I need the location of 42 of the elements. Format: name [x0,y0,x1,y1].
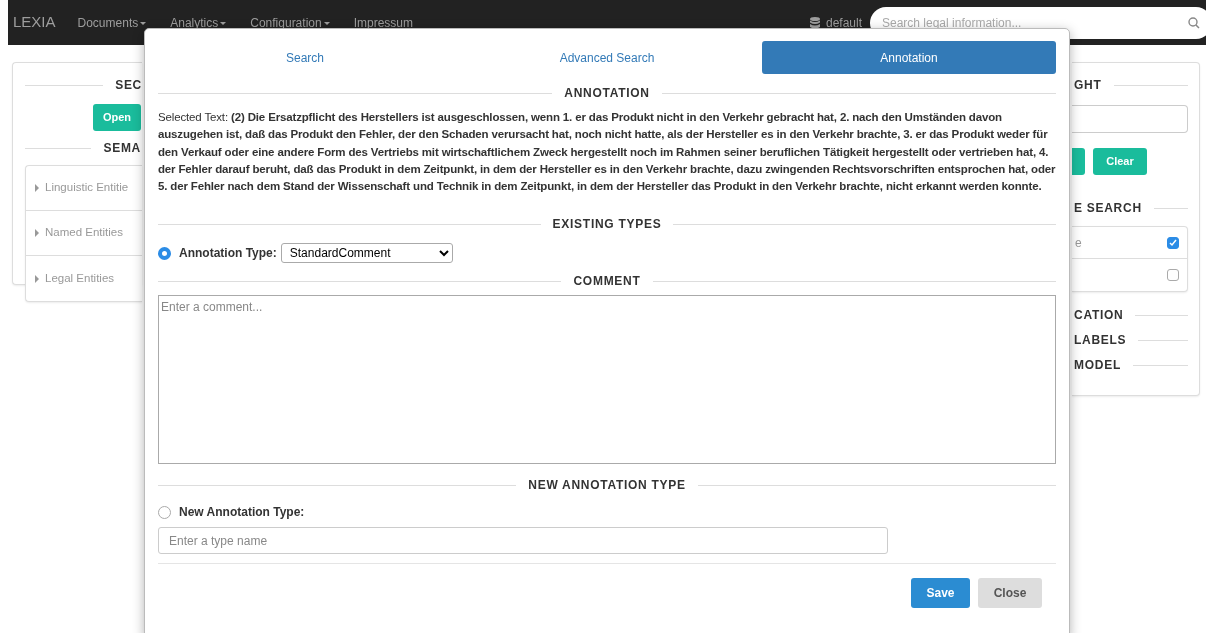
database-name: default [825,14,862,32]
text-field[interactable] [1072,105,1188,133]
section-heading: ANNOTATION [563,85,651,102]
nav-menu[interactable]: Documents [77,13,147,32]
field-label: New Annotation Type: [179,504,305,522]
comment-field[interactable]: Enter a comment... [158,295,1056,465]
nav-menu[interactable]: Analytics [170,13,227,32]
section-heading: SEC [114,77,142,94]
database-icon [809,16,820,29]
entity-group-label[interactable]: Linguistic Entitie [45,179,129,197]
type-name-field[interactable]: Enter a type name [158,527,888,555]
nav-menu[interactable]: Configuration [250,13,330,32]
type-dropdown[interactable]: StandardComment [280,243,453,264]
tab[interactable]: Search [158,41,452,74]
close-button[interactable]: Close [978,578,1042,609]
expand-icon[interactable] [35,229,39,237]
section-heading: GHT [1073,77,1103,94]
section-heading: SEMA [102,140,142,157]
radio-button[interactable] [158,505,171,519]
section-heading: CATION [1073,307,1125,324]
radio-button[interactable] [158,246,171,260]
entity-group-label[interactable]: Legal Entities [45,269,115,288]
brand-logo[interactable]: LEXIA [13,11,56,34]
entity-group-label[interactable]: Named Entities [45,224,123,242]
nav-menu[interactable]: Impressum [353,13,413,32]
field-label: Annotation Type: [179,245,277,263]
expand-icon[interactable] [35,184,39,192]
option-label: e [1075,234,1082,252]
section-heading: E SEARCH [1073,200,1143,217]
checkbox[interactable] [1167,236,1179,249]
section-heading: COMMENT [572,273,642,291]
section-heading: LABELS [1073,332,1128,349]
expand-icon[interactable] [35,274,39,283]
selected-text: Selected Text: (2) Die Ersatzpflicht des Herstellers ist ausgeschlossen, wenn 1. er das Produkt nicht in den Verkehr gebracht hat, 2. nach den Umständen davon auszugehen ist, daß das Produkt den Fehler, der den Schaden verursacht hat, noch nicht hatte, als der Hersteller es in den Verkehr brachte, 3. er das Produkt weder für den Verkauf oder eine andere Form des Vertriebs mit wirtschaftlichem Zweck hergestellt noch im Rahmen seiner beruflichen Tätigkeit hergestellt oder vertrieben hat, 4. der Fehler darauf beruht, daß das Produkt in dem Zeitpunkt, in dem der Hersteller es in den Verkehr brachte, dazu zwingenden Rechtsvorschriften entsprochen hat, oder 5. der Fehler nach dem Stand der Wissenschaft und Technik in dem Zeitpunkt, in dem der Hersteller das Produkt in den Verkehr brachte, nicht erkannt werden konnte. [158,110,1056,194]
save-button[interactable]: Save [911,578,970,609]
tab[interactable]: Annotation [762,41,1056,74]
tab[interactable]: Advanced Search [460,41,754,74]
section-heading: NEW ANNOTATION TYPE [527,477,687,495]
section-heading: MODEL [1073,357,1122,374]
checkbox[interactable] [1167,269,1179,281]
search-icon[interactable] [1188,16,1200,29]
section-heading: EXISTING TYPES [551,216,663,234]
